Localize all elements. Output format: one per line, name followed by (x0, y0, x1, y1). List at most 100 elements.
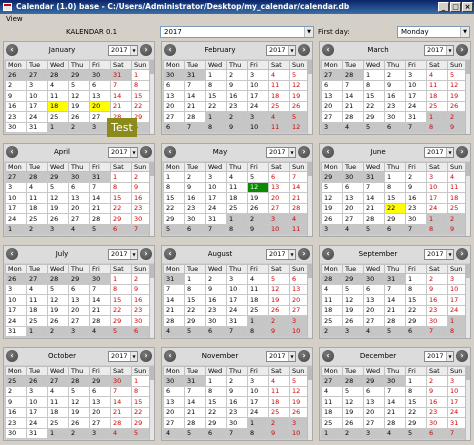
day-cell[interactable]: 29 (205, 417, 227, 429)
day-cell[interactable]: 1 (5, 223, 27, 235)
day-cell[interactable]: 4 (268, 375, 290, 387)
day-cell[interactable]: 24 (226, 304, 248, 316)
day-cell[interactable]: 23 (205, 304, 227, 316)
month-scrollbar[interactable] (149, 60, 154, 134)
month-scrollbar[interactable] (149, 264, 154, 338)
day-cell[interactable]: 31 (26, 121, 48, 133)
day-cell[interactable]: 21 (384, 304, 406, 316)
day-cell[interactable]: 10 (247, 385, 269, 397)
day-cell[interactable]: 3 (342, 325, 364, 337)
day-cell[interactable]: 31 (405, 111, 427, 123)
day-cell[interactable]: 22 (110, 304, 132, 316)
day-cell[interactable]: 28 (384, 315, 406, 327)
day-cell[interactable]: 28 (342, 375, 364, 387)
day-cell[interactable]: 7 (110, 385, 132, 397)
next-month-icon[interactable]: › (298, 350, 310, 362)
day-cell[interactable]: 30 (384, 111, 406, 123)
day-cell[interactable]: 18 (226, 192, 248, 204)
day-cell[interactable]: 26 (26, 375, 48, 387)
day-cell[interactable]: 16 (226, 396, 248, 408)
day-cell[interactable]: 2 (426, 273, 448, 285)
day-cell[interactable]: 28 (47, 273, 69, 285)
day-cell[interactable]: 29 (405, 315, 427, 327)
day-cell[interactable]: 3 (5, 181, 27, 193)
day-cell[interactable]: 27 (321, 111, 343, 123)
day-cell[interactable]: 9 (226, 385, 248, 397)
day-cell[interactable]: 8 (205, 385, 227, 397)
day-cell[interactable]: 31 (226, 315, 248, 327)
day-cell[interactable]: 23 (5, 111, 27, 123)
day-cell[interactable]: 30 (363, 273, 385, 285)
day-cell[interactable]: 3 (247, 111, 269, 123)
prev-month-icon[interactable]: ‹ (164, 350, 176, 362)
day-cell[interactable]: 14 (89, 294, 111, 306)
day-cell[interactable]: 30 (426, 417, 448, 429)
day-cell[interactable]: 16 (5, 100, 27, 112)
day-cell[interactable]: 26 (268, 304, 290, 316)
day-cell[interactable]: 15 (363, 90, 385, 102)
day-cell[interactable]: 6 (205, 427, 227, 439)
day-cell[interactable]: 6 (184, 223, 206, 235)
day-cell[interactable]: 3 (89, 427, 111, 439)
day-cell[interactable]: 2 (405, 171, 427, 183)
day-cell[interactable]: 22 (205, 406, 227, 418)
day-cell[interactable]: 5 (163, 223, 185, 235)
day-cell[interactable]: 19 (68, 406, 90, 418)
day-cell[interactable]: 3 (68, 325, 90, 337)
day-cell[interactable]: 12 (47, 192, 69, 204)
day-cell[interactable]: 8 (426, 223, 448, 235)
day-cell[interactable]: 28 (89, 213, 111, 225)
day-cell[interactable]: 2 (68, 427, 90, 439)
prev-month-icon[interactable]: ‹ (322, 146, 334, 158)
day-cell[interactable]: 9 (247, 223, 269, 235)
day-cell[interactable]: 30 (426, 315, 448, 327)
day-cell[interactable]: 6 (89, 385, 111, 397)
day-cell[interactable]: 27 (342, 213, 364, 225)
day-cell[interactable]: 31 (363, 171, 385, 183)
day-cell[interactable]: 7 (89, 181, 111, 193)
day-cell[interactable]: 31 (163, 273, 185, 285)
day-cell[interactable]: 16 (226, 90, 248, 102)
day-cell[interactable]: 9 (426, 385, 448, 397)
day-cell[interactable]: 12 (247, 181, 269, 193)
day-cell[interactable]: 21 (184, 100, 206, 112)
day-cell[interactable]: 5 (184, 325, 206, 337)
day-cell[interactable]: 2 (184, 171, 206, 183)
day-cell[interactable]: 16 (205, 294, 227, 306)
day-cell[interactable]: 7 (226, 325, 248, 337)
month-scrollbar[interactable] (149, 162, 154, 236)
day-cell[interactable]: 24 (5, 213, 27, 225)
day-cell[interactable]: 26 (5, 273, 27, 285)
day-cell[interactable]: 28 (342, 111, 364, 123)
day-cell[interactable]: 11 (426, 79, 448, 91)
day-cell[interactable]: 15 (205, 396, 227, 408)
day-cell[interactable]: 28 (26, 171, 48, 183)
day-cell[interactable]: 2 (384, 69, 406, 81)
day-cell[interactable]: 5 (247, 171, 269, 183)
first-day-select[interactable]: Monday ▼ (397, 26, 470, 38)
day-cell[interactable]: 4 (342, 223, 364, 235)
day-cell[interactable]: 27 (68, 315, 90, 327)
next-month-icon[interactable]: › (298, 44, 310, 56)
day-cell[interactable]: 7 (384, 385, 406, 397)
day-cell[interactable]: 25 (268, 406, 290, 418)
day-cell[interactable]: 14 (163, 294, 185, 306)
day-cell[interactable]: 23 (426, 406, 448, 418)
day-cell[interactable]: 17 (405, 90, 427, 102)
day-cell[interactable]: 6 (163, 121, 185, 133)
day-cell[interactable]: 29 (110, 213, 132, 225)
day-cell[interactable]: 6 (68, 181, 90, 193)
day-cell[interactable]: 31 (26, 427, 48, 439)
day-cell[interactable]: 2 (426, 375, 448, 387)
day-cell[interactable]: 2 (226, 111, 248, 123)
day-cell[interactable]: 9 (384, 79, 406, 91)
prev-month-icon[interactable]: ‹ (164, 146, 176, 158)
day-cell[interactable]: 26 (247, 202, 269, 214)
day-cell[interactable]: 22 (184, 304, 206, 316)
day-cell[interactable]: 1 (184, 273, 206, 285)
day-cell[interactable]: 4 (226, 171, 248, 183)
day-cell[interactable]: 1 (405, 375, 427, 387)
day-cell[interactable]: 9 (5, 396, 27, 408)
day-cell[interactable]: 8 (184, 283, 206, 295)
day-cell[interactable]: 4 (342, 121, 364, 133)
